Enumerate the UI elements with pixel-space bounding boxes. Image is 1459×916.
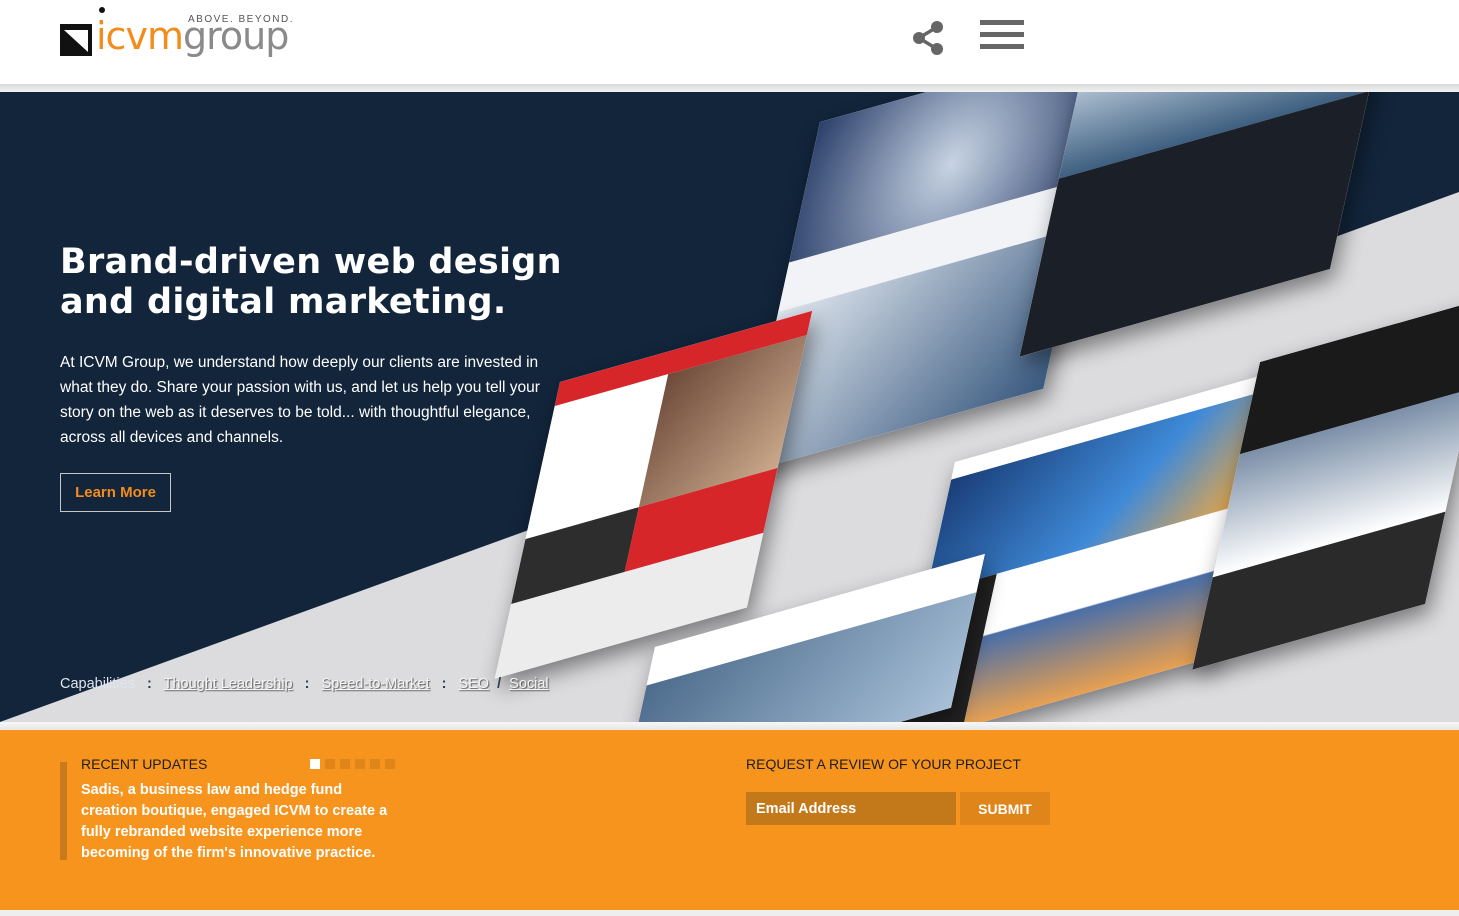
pager-dot-5[interactable] <box>370 759 380 769</box>
logo-wordmark-icvm: icvm <box>96 14 184 58</box>
pager-dot-2[interactable] <box>325 759 335 769</box>
capability-thought-leadership-link[interactable]: Thought Leadership <box>164 676 293 692</box>
updates-pager <box>310 759 400 769</box>
logo-mark-icon <box>60 24 92 56</box>
review-request-title: REQUEST A REVIEW OF YOUR PROJECT <box>746 756 1021 772</box>
capabilities-separator: : <box>304 676 310 692</box>
header-divider <box>0 84 1459 92</box>
site-header: icvmgroup ABOVE. BEYOND. <box>0 0 1459 84</box>
logo-dot <box>99 7 105 13</box>
capability-speed-to-market-link[interactable]: Speed-to-Market <box>322 676 430 692</box>
share-icon <box>913 21 943 55</box>
logo[interactable]: icvmgroup ABOVE. BEYOND. <box>60 6 300 66</box>
capabilities-separator: : <box>147 676 152 692</box>
portfolio-mockups <box>494 92 1459 722</box>
capability-social-link[interactable]: Social <box>509 676 549 692</box>
pager-dot-6[interactable] <box>385 759 395 769</box>
share-button[interactable] <box>908 18 948 58</box>
band-divider <box>0 722 1459 730</box>
pager-dot-1[interactable] <box>310 759 320 769</box>
hamburger-menu-button[interactable] <box>980 20 1026 56</box>
recent-updates-title: RECENT UPDATES <box>81 756 208 772</box>
pager-dot-4[interactable] <box>355 759 365 769</box>
hero-banner: Brand-driven web design and digital mark… <box>0 92 1459 722</box>
capabilities-slash: / <box>497 676 502 692</box>
pager-dot-3[interactable] <box>340 759 350 769</box>
email-input[interactable] <box>746 792 956 825</box>
hero-title: Brand-driven web design and digital mark… <box>60 242 562 322</box>
logo-tagline: ABOVE. BEYOND. <box>188 14 295 25</box>
page-bottom-strip <box>0 910 1459 916</box>
learn-more-button[interactable]: Learn More <box>60 473 171 512</box>
recent-update-text[interactable]: Sadis, a business law and hedge fund cre… <box>81 780 396 864</box>
capabilities-links: Capabilities : Thought Leadership : Spee… <box>60 676 549 692</box>
capabilities-separator: : <box>441 676 447 692</box>
mockup-maritime-site <box>1019 92 1391 357</box>
capabilities-label: Capabilities <box>60 676 135 692</box>
mockup-research-site <box>1192 296 1459 670</box>
hamburger-menu-icon <box>980 20 1026 49</box>
capability-seo-link[interactable]: SEO <box>458 676 489 692</box>
hero-description: At ICVM Group, we understand how deeply … <box>60 354 540 446</box>
updates-band: RECENT UPDATES Sadis, a business law and… <box>0 730 1459 910</box>
submit-button[interactable]: SUBMIT <box>960 792 1050 825</box>
updates-accent-bar <box>60 762 67 860</box>
